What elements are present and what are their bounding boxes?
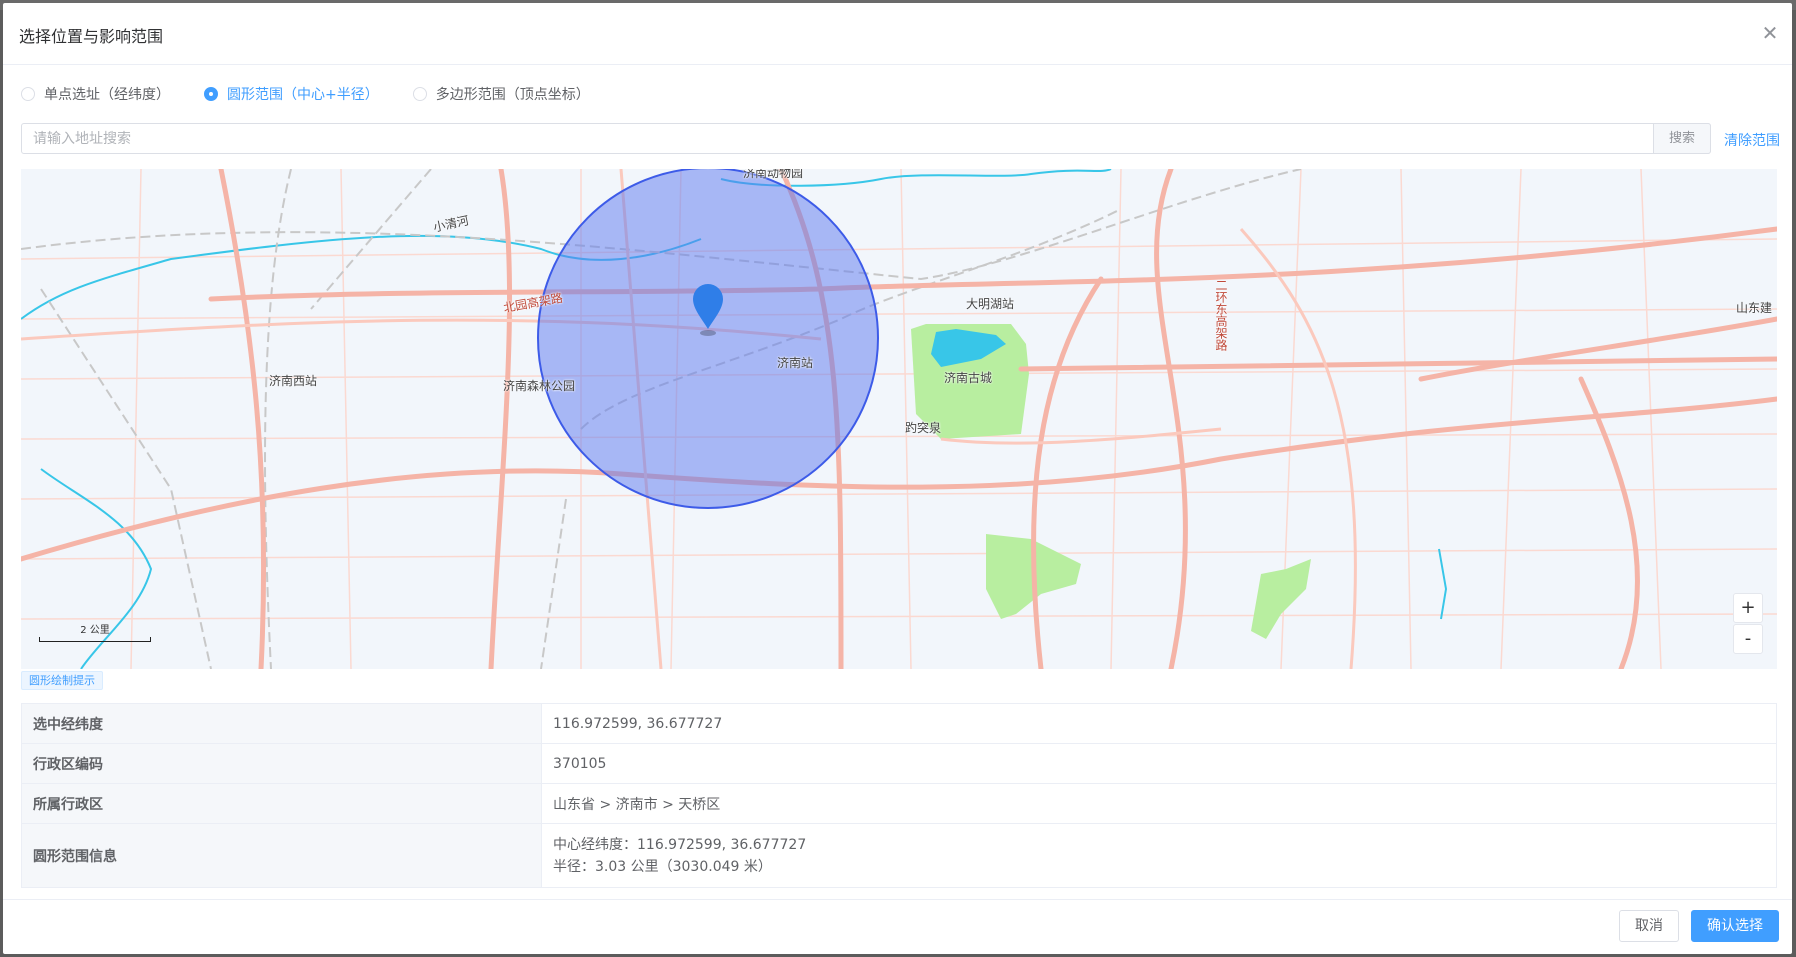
location-info-table: 选中经纬度 116.972599, 36.677727 行政区编码 370105… [21,703,1777,888]
info-label-circle: 圆形范围信息 [21,823,542,888]
search-row: 搜索 清除范围 [21,123,1780,155]
address-search-input[interactable] [21,123,1711,154]
search-button[interactable]: 搜索 [1653,123,1711,154]
radio-circle-label: 圆形范围（中心+半径） [227,87,379,103]
map-scale: 2 公里 [35,621,155,645]
clear-range-link[interactable]: 清除范围 [1724,130,1780,150]
table-row: 圆形范围信息 中心经纬度：116.972599, 36.677727 半径：3.… [21,823,1777,888]
info-value-circle: 中心经纬度：116.972599, 36.677727 半径：3.03 公里（3… [541,823,1777,888]
radio-polygon-dot[interactable] [412,87,427,101]
table-row: 选中经纬度 116.972599, 36.677727 [21,703,1777,744]
radio-polygon-label: 多边形范围（顶点坐标） [435,87,590,103]
location-dialog: 选择位置与影响范围 ✕ 单点选址（经纬度） 圆形范围（中心+半径） 多边形范围（… [3,3,1792,954]
info-label-region-code: 行政区编码 [21,743,542,784]
dialog-footer: 取消 确认选择 [3,899,1792,954]
map-label-east-elevated: 二环东高架路 [1214,279,1228,351]
map-label-daming-lake-station: 大明湖站 [966,297,1015,311]
radio-point-dot[interactable] [21,87,35,101]
map-canvas[interactable]: 小清河 济南西站 济南森林公园 济南站 大明湖站 济南古城 趵突泉 济南动物园 … [21,169,1777,669]
dialog-header: 选择位置与影响范围 ✕ [3,3,1792,65]
table-row: 所属行政区 山东省 > 济南市 > 天桥区 [21,783,1777,824]
map-label-old-city: 济南古城 [944,371,993,385]
zoom-in-button[interactable]: + [1733,593,1763,623]
map-scale-label: 2 公里 [80,625,110,636]
close-icon[interactable]: ✕ [1758,21,1782,45]
confirm-button[interactable]: 确认选择 [1691,910,1779,942]
radio-polygon[interactable]: 多边形范围（顶点坐标） [412,84,590,104]
map-label-baotu-spring: 趵突泉 [905,421,942,435]
radio-point[interactable]: 单点选址（经纬度） [21,84,170,104]
zoom-out-button[interactable]: - [1733,624,1763,654]
map-scale-bar [39,637,151,642]
info-value-region: 山东省 > 济南市 > 天桥区 [541,783,1777,824]
radio-circle-dot[interactable] [204,87,218,101]
circle-radius-text: 半径：3.03 公里（3030.049 米） [553,858,772,875]
radio-point-label: 单点选址（经纬度） [44,87,170,103]
cancel-button[interactable]: 取消 [1619,910,1679,942]
radius-circle[interactable] [537,169,879,509]
table-row: 行政区编码 370105 [21,743,1777,784]
map-label-jinan-station: 济南站 [777,356,814,370]
dialog-title: 选择位置与影响范围 [19,27,164,46]
circle-draw-hint-tag[interactable]: 圆形绘制提示 [21,671,103,690]
info-label-coords: 选中经纬度 [21,703,542,744]
southeast-park [1251,559,1311,639]
mode-radio-group: 单点选址（经纬度） 圆形范围（中心+半径） 多边形范围（顶点坐标） [21,84,624,104]
info-value-region-code: 370105 [541,743,1777,784]
info-value-coords: 116.972599, 36.677727 [541,703,1777,744]
map-label-jinan-west: 济南西站 [269,374,318,388]
info-label-region: 所属行政区 [21,783,542,824]
map-label-forest-park: 济南森林公园 [503,379,576,393]
map-label-shandong-jian: 山东建 [1736,301,1773,315]
map-base-layer [21,169,1777,669]
circle-center-text: 中心经纬度：116.972599, 36.677727 [553,836,807,853]
radio-circle[interactable]: 圆形范围（中心+半径） [204,84,379,104]
map-label-zoo: 济南动物园 [743,169,804,180]
